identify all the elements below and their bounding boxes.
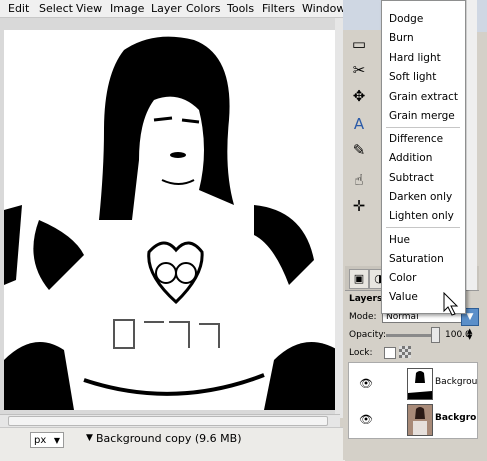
menu-item-grain-extract[interactable]: Grain extract bbox=[389, 91, 458, 103]
layers-title: Layers bbox=[349, 294, 383, 304]
layer-thumbnail bbox=[407, 404, 433, 436]
align-icon[interactable]: ✛ bbox=[349, 196, 369, 216]
menu-edit[interactable]: Edit bbox=[8, 2, 29, 15]
menu-separator bbox=[386, 227, 460, 228]
menu-item-saturation[interactable]: Saturation bbox=[389, 253, 444, 265]
menu-item-difference[interactable]: Difference bbox=[389, 133, 443, 145]
unit-select[interactable]: px ▼ bbox=[30, 432, 64, 448]
menu-item-dodge[interactable]: Dodge bbox=[389, 13, 423, 25]
menu-item-hard-light[interactable]: Hard light bbox=[389, 52, 441, 64]
chevron-down-icon: ▼ bbox=[53, 436, 60, 445]
tab-layers[interactable]: ▣ bbox=[349, 269, 369, 289]
horizontal-scroll-thumb[interactable] bbox=[8, 416, 328, 426]
thumbnail-image bbox=[408, 369, 432, 399]
toolbox: ▭ ✂ ✥ A ✎ ☝ ✛ bbox=[343, 30, 381, 260]
unit-value: px bbox=[34, 435, 47, 446]
menu-colors[interactable]: Colors bbox=[186, 2, 220, 15]
image-canvas[interactable] bbox=[4, 30, 338, 410]
mouse-cursor-icon bbox=[443, 292, 459, 316]
layer-name: Background copy bbox=[435, 377, 477, 387]
move-tool-icon[interactable]: ✥ bbox=[349, 86, 369, 106]
menu-item-grain-merge[interactable]: Grain merge bbox=[389, 110, 455, 122]
status-layer-info: Background copy (9.6 MB) bbox=[96, 432, 242, 445]
status-dropdown-icon[interactable]: ▼ bbox=[86, 433, 93, 443]
eye-icon[interactable]: 👁 bbox=[359, 413, 373, 426]
mode-label: Mode: bbox=[349, 312, 377, 322]
opacity-slider-handle[interactable] bbox=[431, 327, 440, 343]
menu-item-burn[interactable]: Burn bbox=[389, 32, 414, 44]
canvas-vertical-scrollbar[interactable] bbox=[335, 18, 343, 418]
text-tool-icon[interactable]: A bbox=[349, 114, 369, 134]
rect-select-icon[interactable]: ▭ bbox=[349, 34, 369, 54]
layer-row[interactable]: 👁 Background copy bbox=[349, 365, 477, 401]
lock-label: Lock: bbox=[349, 348, 373, 358]
menu-item-darken-only[interactable]: Darken only bbox=[389, 191, 452, 203]
menu-item-soft-light[interactable]: Soft light bbox=[389, 71, 436, 83]
smudge-icon[interactable]: ☝ bbox=[349, 170, 369, 190]
layer-thumbnail bbox=[407, 368, 433, 400]
menu-select[interactable]: Select bbox=[39, 2, 73, 15]
paintbrush-icon[interactable]: ✎ bbox=[349, 140, 369, 160]
eye-icon[interactable]: 👁 bbox=[359, 377, 373, 390]
fuzzy-select-icon[interactable]: ✂ bbox=[349, 60, 369, 80]
menu-image[interactable]: Image bbox=[110, 2, 144, 15]
lock-pixels-checkbox[interactable] bbox=[384, 347, 396, 359]
opacity-label: Opacity: bbox=[349, 330, 386, 340]
menu-item-subtract[interactable]: Subtract bbox=[389, 172, 434, 184]
menu-view[interactable]: View bbox=[76, 2, 102, 15]
blend-mode-menu: Dodge Burn Hard light Soft light Grain e… bbox=[381, 0, 466, 314]
menu-tools[interactable]: Tools bbox=[227, 2, 254, 15]
layer-name: Background bbox=[435, 413, 477, 423]
layers-list: 👁 Background copy 👁 Background bbox=[348, 362, 478, 439]
menu-item-lighten-only[interactable]: Lighten only bbox=[389, 210, 454, 222]
menu-item-addition[interactable]: Addition bbox=[389, 152, 432, 164]
threshold-portrait bbox=[4, 30, 338, 410]
menu-separator bbox=[386, 127, 460, 128]
opacity-spin-icon[interactable]: ▲ ▼ bbox=[467, 328, 475, 341]
menubar: Edit Select View Image Layer Colors Tool… bbox=[0, 0, 351, 18]
thumbnail-image bbox=[408, 405, 432, 435]
menu-filters[interactable]: Filters bbox=[262, 2, 295, 15]
lock-alpha-icon[interactable] bbox=[399, 346, 411, 358]
layer-row[interactable]: 👁 Background bbox=[349, 401, 477, 437]
menu-scrollbar[interactable] bbox=[466, 0, 477, 290]
chevron-down-icon: ▼ bbox=[466, 312, 474, 322]
menu-item-color[interactable]: Color bbox=[389, 272, 416, 284]
menu-item-value[interactable]: Value bbox=[389, 291, 418, 303]
menu-item-hue[interactable]: Hue bbox=[389, 234, 410, 246]
menu-layer[interactable]: Layer bbox=[151, 2, 182, 15]
